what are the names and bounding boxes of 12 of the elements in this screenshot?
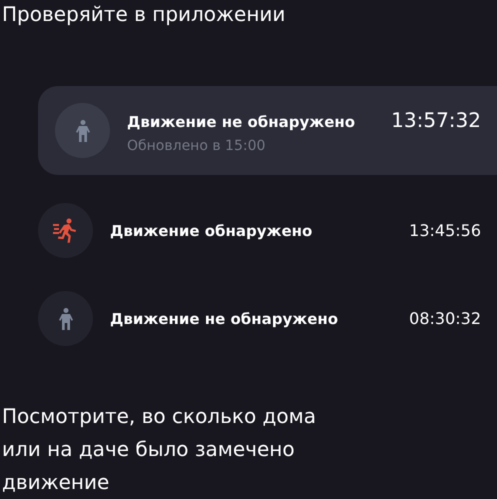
event-title: Движение обнаружено [110,222,314,240]
status-time: 13:57:32 [391,108,481,132]
event-time: 13:45:56 [409,221,481,240]
caption: Посмотрите, во сколько дома или на даче было замечено движение [2,403,317,496]
event-time: 08:30:32 [409,309,481,328]
updated-text: Обновлено в 15:00 [127,138,266,154]
person-icon [58,308,72,330]
running-person-icon [52,218,78,244]
heading: Проверяйте в приложении [1,1,286,27]
person-icon [76,120,90,142]
status-title: Движение не обнаружено [127,112,356,130]
event-title: Движение не обнаружено [110,310,340,328]
